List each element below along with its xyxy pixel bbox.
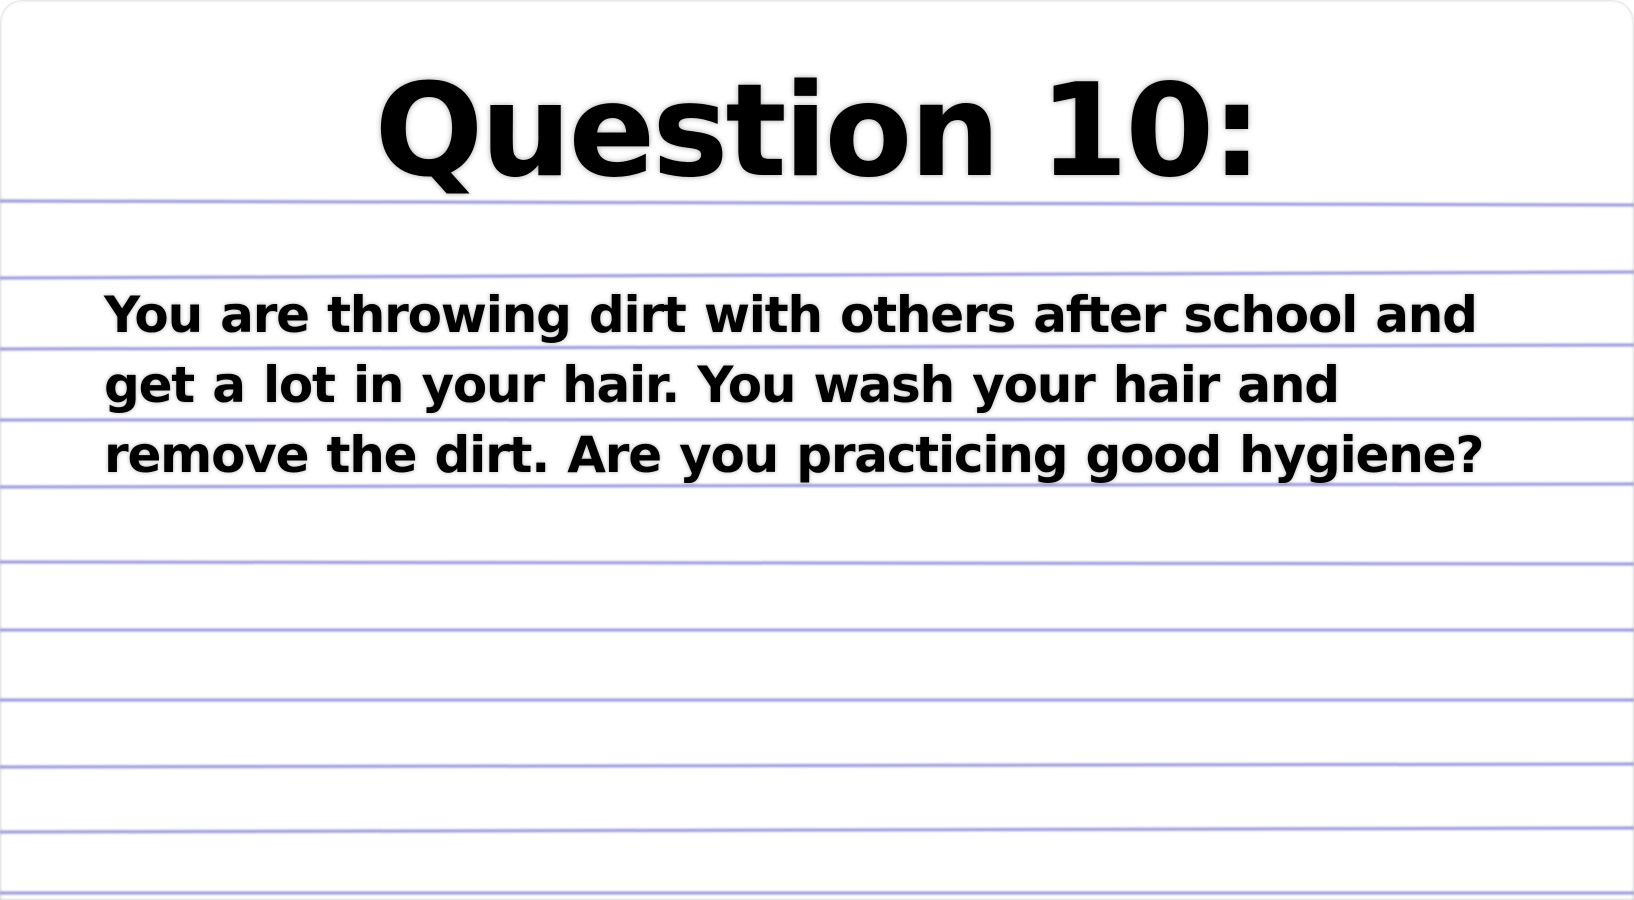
rule-line <box>0 270 1634 280</box>
question-title: Question 10: <box>374 57 1263 206</box>
rule-line <box>0 762 1634 769</box>
question-text: You are throwing dirt with others after … <box>104 286 1484 484</box>
slide: Question 10: You are throwing dirt with … <box>0 0 1634 900</box>
rule-line <box>0 826 1634 834</box>
rule-line <box>0 560 1634 566</box>
